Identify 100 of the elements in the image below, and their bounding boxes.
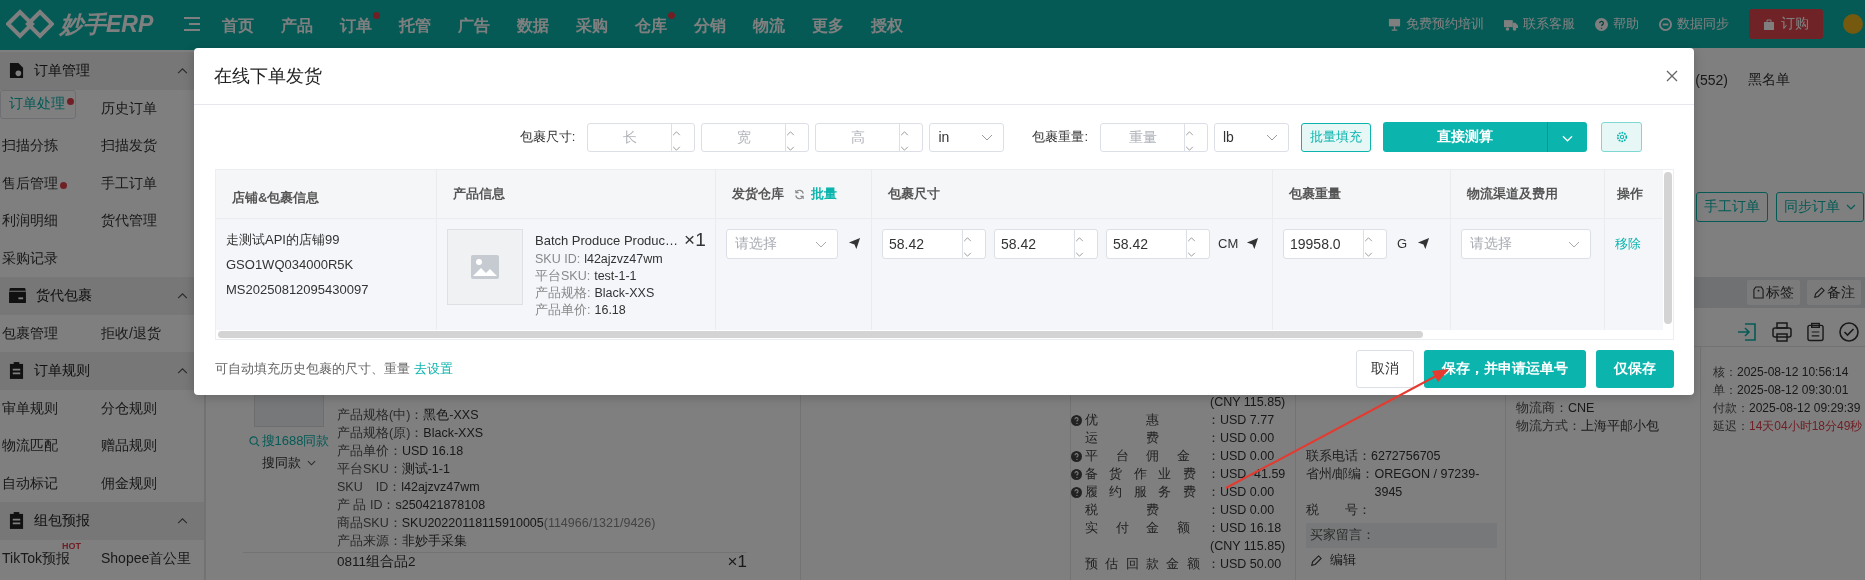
channel-select[interactable]: 请选择 xyxy=(1461,229,1591,259)
number-field[interactable]: 58.42 xyxy=(994,229,1098,259)
number-input[interactable]: 重量 xyxy=(1101,123,1184,151)
help-icon[interactable] xyxy=(1071,414,1082,426)
detail-label: 产品规格(原)： xyxy=(337,426,424,440)
logo-icon xyxy=(6,8,54,40)
clipboard-icon[interactable] xyxy=(1807,322,1824,342)
similar-dropdown[interactable]: 搜同款 xyxy=(262,454,316,472)
fee-label: 优惠： xyxy=(1085,411,1220,429)
number-input[interactable]: 58.42 xyxy=(1107,230,1186,258)
sidebar-item[interactable]: 自动标记 xyxy=(0,474,68,491)
settings-button[interactable] xyxy=(1601,122,1642,152)
fee-label: 预估回款金额： xyxy=(1085,555,1220,573)
avatar[interactable] xyxy=(1843,14,1863,34)
sidebar-item[interactable]: 审单规则 xyxy=(0,399,68,416)
product-name: Batch Produce Produc… xyxy=(535,232,679,248)
edit-link[interactable]: 编辑 xyxy=(1306,552,1497,569)
detail-note: (114966/1321/9426) xyxy=(543,516,656,530)
chevron-icon xyxy=(177,367,188,375)
unit-select[interactable]: lb xyxy=(1214,122,1289,152)
detail-value: s250421878108 xyxy=(395,498,486,512)
number-field[interactable]: 宽 xyxy=(701,122,810,152)
dialog-button[interactable]: 仅保存 xyxy=(1596,350,1674,388)
number-field[interactable]: 长 xyxy=(587,122,696,152)
settings-link[interactable]: 去设置 xyxy=(413,361,453,376)
order-tool-button[interactable]: 备注 xyxy=(1807,280,1861,305)
dialog-button[interactable]: 取消 xyxy=(1356,350,1414,388)
sidebar-item[interactable]: 包裹管理 xyxy=(0,324,68,341)
number-input[interactable]: 高 xyxy=(816,123,900,151)
chevron-up-icon xyxy=(672,130,682,136)
fee-value: USD -41.59 xyxy=(1220,467,1286,481)
detail-label: 产品规格(中)： xyxy=(337,408,424,422)
number-input[interactable]: 长 xyxy=(588,123,672,151)
number-field[interactable]: 58.42 xyxy=(882,229,986,259)
sidebar-item[interactable]: 扫描发货 xyxy=(99,137,167,153)
filter-tab[interactable]: 黑名单 xyxy=(1748,71,1790,89)
sidebar-item[interactable]: 佣金规则 xyxy=(99,474,167,491)
calculate-button[interactable]: 直接测算 xyxy=(1383,122,1547,152)
sidebar-item[interactable]: 分仓规则 xyxy=(99,399,167,416)
batch-link[interactable]: 批量 xyxy=(811,185,837,203)
refresh-icon[interactable] xyxy=(794,188,805,200)
sidebar-item[interactable]: 历史订单 xyxy=(99,99,167,116)
import-icon[interactable] xyxy=(1737,322,1757,342)
chevron-down-icon xyxy=(1364,252,1373,257)
number-field[interactable]: 19958.0 xyxy=(1283,229,1387,259)
sidebar-item[interactable]: 货代管理 xyxy=(99,212,167,228)
number-field[interactable]: 高 xyxy=(815,122,924,152)
menu-icon[interactable] xyxy=(184,17,200,31)
sidebar-item[interactable]: TikTok预报 xyxy=(0,549,80,566)
order-tool-button[interactable]: 标签 xyxy=(1747,280,1800,305)
date-value: 2025-08-12 10:56:14 xyxy=(1737,365,1849,379)
batch-fill-button[interactable]: 批量填充 xyxy=(1301,122,1371,152)
detail-value: 测试-1-1 xyxy=(401,462,450,476)
order-button[interactable]: 订购 xyxy=(1749,9,1823,39)
sidebar-item[interactable]: Shopee首公里 xyxy=(99,549,202,566)
unit-label: CM xyxy=(1218,235,1239,253)
store-info: 走测试API的店铺99 xyxy=(226,231,341,249)
number-input[interactable]: 宽 xyxy=(702,123,786,151)
send-icon[interactable] xyxy=(848,237,861,250)
sidebar-item[interactable]: 拒收/退货 xyxy=(99,324,171,341)
sidebar-item[interactable]: 售后管理 xyxy=(0,174,68,191)
unit-select[interactable]: in xyxy=(929,122,1005,152)
printer-icon[interactable] xyxy=(1772,322,1792,342)
fee-value: (CNY 115.85) xyxy=(1210,539,1286,553)
chevron-up-icon xyxy=(1185,130,1194,136)
remove-link[interactable]: 移除 xyxy=(1615,236,1641,251)
logistics-value: CNE xyxy=(1568,401,1595,415)
scrollbar-thumb[interactable] xyxy=(218,331,1423,338)
number-field[interactable]: 重量 xyxy=(1100,122,1208,152)
number-input[interactable]: 58.42 xyxy=(883,230,962,258)
scrollbar-thumb[interactable] xyxy=(1664,172,1672,324)
sidebar-item[interactable]: 手工订单 xyxy=(99,174,167,191)
column-header: 店铺&包裹信息 xyxy=(232,189,320,207)
sidebar-group-header[interactable]: 组包预报 xyxy=(0,502,204,540)
number-input[interactable]: 58.42 xyxy=(995,230,1074,258)
sidebar-item[interactable]: 利润明细 xyxy=(0,212,68,228)
sidebar-item[interactable]: 物流匹配 xyxy=(0,437,68,453)
sidebar-item[interactable]: 赠品规则 xyxy=(99,437,167,453)
close-icon[interactable] xyxy=(1666,70,1678,82)
send-icon[interactable] xyxy=(1246,237,1260,250)
sidebar-item[interactable]: 采购记录 xyxy=(0,249,68,266)
chevron-down-icon xyxy=(1187,252,1196,257)
send-icon[interactable] xyxy=(1417,237,1431,250)
warehouse-select[interactable]: 请选择 xyxy=(726,229,838,259)
dropdown-button[interactable] xyxy=(1547,122,1587,152)
number-input[interactable]: 19958.0 xyxy=(1284,230,1363,258)
chevron-down-icon xyxy=(900,145,910,151)
help-icon[interactable] xyxy=(1071,468,1082,480)
dialog-button[interactable]: 保存，并申请运单号 xyxy=(1424,350,1586,388)
column-header: 包裹重量 xyxy=(1289,185,1341,203)
sidebar-item[interactable]: 扫描分拣 xyxy=(0,137,68,153)
detail-value: Black-XXS xyxy=(594,286,655,300)
number-field[interactable]: 58.42 xyxy=(1106,229,1210,259)
filter-tab[interactable]: (552) xyxy=(1695,72,1728,88)
check-circle-icon[interactable] xyxy=(1839,322,1859,342)
detail-value: Black-XXS xyxy=(423,426,484,440)
chevron-down-icon xyxy=(963,252,972,257)
help-icon[interactable] xyxy=(1071,486,1082,498)
help-icon[interactable] xyxy=(1071,450,1082,462)
logistics-label: 物流商： xyxy=(1516,401,1568,415)
